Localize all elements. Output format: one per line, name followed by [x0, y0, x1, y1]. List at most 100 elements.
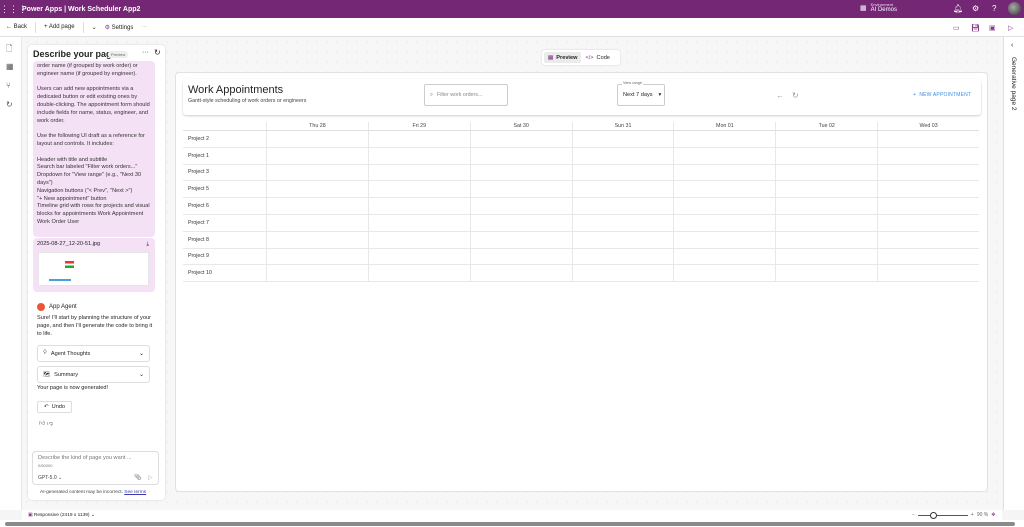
page-icon[interactable]: 🗋: [6, 43, 12, 57]
timeline-cell[interactable]: [367, 131, 470, 147]
timeline-cell[interactable]: [469, 198, 572, 214]
timeline-cell[interactable]: [469, 147, 572, 164]
zoom-in-button[interactable]: +: [971, 512, 974, 518]
timeline-cell[interactable]: [775, 231, 877, 248]
timeline-cell[interactable]: [367, 214, 470, 231]
zoom-out-button[interactable]: −: [912, 512, 915, 518]
timeline-cell[interactable]: [775, 198, 877, 214]
timeline-cell[interactable]: [775, 248, 877, 265]
add-page-button[interactable]: + Add page: [44, 24, 75, 30]
settings-button[interactable]: ⚙ Settings: [105, 24, 134, 31]
timeline-cell[interactable]: [673, 147, 775, 164]
environment-picker[interactable]: ▦ Environment AI Demos: [860, 2, 897, 13]
refresh-icon[interactable]: ↻: [154, 48, 161, 57]
zoom-slider[interactable]: [917, 511, 968, 519]
help-icon[interactable]: ?: [992, 4, 996, 13]
timeline-cell[interactable]: [571, 248, 674, 265]
download-icon[interactable]: ⤓: [147, 241, 149, 248]
timeline-cell[interactable]: [571, 198, 674, 214]
timeline-cell[interactable]: [877, 265, 979, 282]
timeline-cell[interactable]: [673, 198, 775, 214]
timeline-cell[interactable]: [775, 147, 877, 164]
zoom-slider-handle[interactable]: [929, 511, 937, 519]
timeline-cell[interactable]: [673, 265, 775, 282]
timeline-cell[interactable]: [775, 265, 877, 282]
timeline-cell[interactable]: [266, 164, 368, 181]
timeline-cell[interactable]: [877, 248, 979, 265]
model-selector[interactable]: GPT-5.0 ⌄: [38, 475, 62, 481]
fit-icon[interactable]: ✥: [991, 512, 995, 518]
timeline-cell[interactable]: [469, 181, 572, 198]
timeline-cell[interactable]: [775, 131, 877, 147]
timeline-cell[interactable]: [469, 231, 572, 248]
next-button[interactable]: ↻: [792, 91, 799, 100]
timeline-cell[interactable]: [877, 131, 979, 147]
publish-icon[interactable]: ▣: [989, 24, 996, 32]
timeline-cell[interactable]: [571, 131, 674, 147]
table-icon[interactable]: ▦: [6, 62, 14, 71]
timeline-cell[interactable]: [877, 214, 979, 231]
timeline-cell[interactable]: [571, 147, 674, 164]
avatar[interactable]: [1008, 2, 1021, 15]
timeline-cell[interactable]: [266, 147, 368, 164]
timeline-cell[interactable]: [571, 181, 674, 198]
more-button[interactable]: ···: [141, 24, 147, 30]
agent-thoughts-accordion[interactable]: 💡︎ Agent Thoughts ⌄: [37, 345, 150, 362]
send-icon[interactable]: ▷: [148, 474, 153, 481]
bell-icon[interactable]: 🔔︎: [953, 4, 963, 13]
timeline-cell[interactable]: [571, 231, 674, 248]
timeline-cell[interactable]: [673, 181, 775, 198]
timeline-cell[interactable]: [367, 248, 470, 265]
timeline-cell[interactable]: [367, 265, 470, 282]
timeline-cell[interactable]: [367, 181, 470, 198]
timeline-cell[interactable]: [266, 214, 368, 231]
timeline-cell[interactable]: [877, 147, 979, 164]
comment-icon[interactable]: ▭: [953, 24, 960, 32]
horizontal-scrollbar[interactable]: [0, 520, 1024, 527]
see-terms-link[interactable]: See terms: [124, 490, 146, 495]
timeline-cell[interactable]: [266, 181, 368, 198]
more-icon[interactable]: ···: [142, 49, 149, 56]
attachment[interactable]: 2025-08-27_12-20-51.jpg ⤓: [33, 238, 155, 292]
timeline-cell[interactable]: [673, 248, 775, 265]
timeline-cell[interactable]: [266, 231, 368, 248]
save-icon[interactable]: 💾︎: [971, 24, 980, 32]
attach-icon[interactable]: 📎︎: [134, 474, 142, 481]
gear-icon[interactable]: ⚙: [972, 4, 979, 13]
timeline-cell[interactable]: [367, 198, 470, 214]
timeline-cell[interactable]: [266, 198, 368, 214]
responsive-selector[interactable]: ▣ Responsive (2419 x 1139) ⌄: [28, 513, 95, 518]
timeline-cell[interactable]: [469, 214, 572, 231]
play-icon[interactable]: ▷: [1008, 24, 1013, 32]
timeline-cell[interactable]: [877, 164, 979, 181]
timeline-cell[interactable]: [673, 231, 775, 248]
timeline-cell[interactable]: [469, 248, 572, 265]
search-input[interactable]: ⌕ Filter work orders...: [424, 84, 508, 106]
collapse-icon[interactable]: ‹: [1011, 42, 1013, 49]
timeline-cell[interactable]: [367, 164, 470, 181]
timeline-cell[interactable]: [367, 147, 470, 164]
app-launcher-icon[interactable]: ⋮⋮⋮: [0, 4, 27, 15]
timeline-cell[interactable]: [266, 248, 368, 265]
chevron-down-icon[interactable]: ⌄: [92, 24, 97, 31]
timeline-cell[interactable]: [877, 231, 979, 248]
prompt-input[interactable]: Describe the kind of page you want ... 0…: [32, 451, 159, 485]
code-tab[interactable]: </> Code: [581, 52, 613, 63]
timeline-cell[interactable]: [673, 131, 775, 147]
timeline-cell[interactable]: [775, 214, 877, 231]
thumbs-down-icon[interactable]: 👎︎: [47, 421, 53, 427]
timeline-cell[interactable]: [469, 265, 572, 282]
timeline-cell[interactable]: [673, 214, 775, 231]
timeline-cell[interactable]: [571, 164, 674, 181]
prev-button[interactable]: ←: [776, 91, 784, 100]
preview-tab[interactable]: ▤ Preview: [544, 52, 582, 63]
refresh-icon[interactable]: ↻: [6, 100, 13, 109]
view-range-dropdown[interactable]: View range Next 7 days ▾: [617, 81, 665, 106]
scrollbar-thumb[interactable]: [5, 521, 1015, 526]
undo-button[interactable]: ↶ Undo: [37, 401, 72, 413]
timeline-cell[interactable]: [469, 164, 572, 181]
timeline-cell[interactable]: [571, 214, 674, 231]
timeline-cell[interactable]: [571, 265, 674, 282]
timeline-cell[interactable]: [266, 265, 368, 282]
back-button[interactable]: ← Back: [6, 24, 27, 30]
